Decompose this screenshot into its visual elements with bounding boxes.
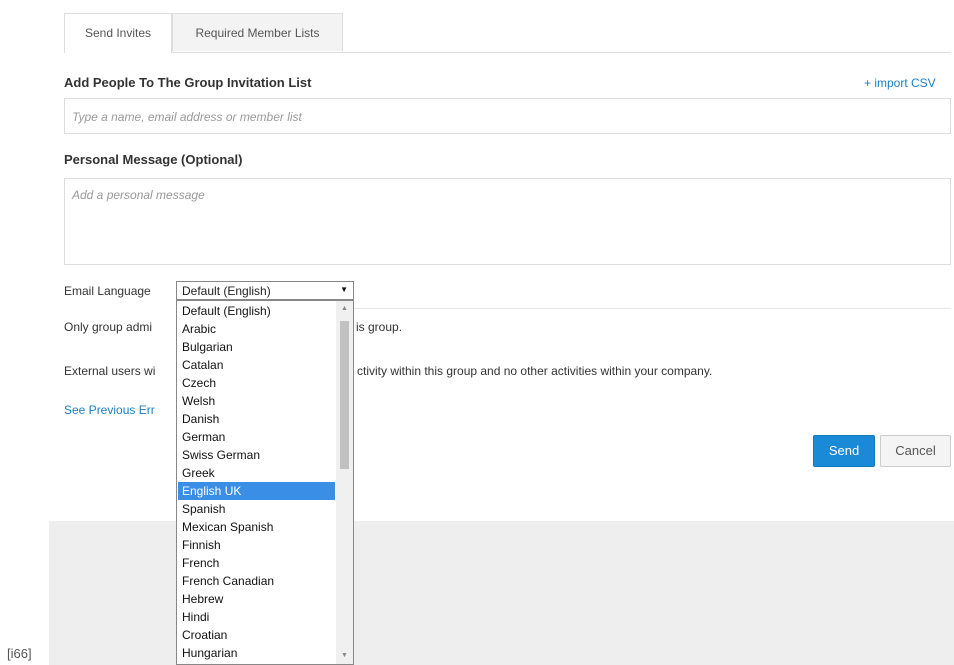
scrollbar-thumb[interactable]: [340, 321, 349, 469]
scroll-down-icon[interactable]: ▼: [336, 648, 353, 664]
language-option[interactable]: Mexican Spanish: [178, 518, 335, 536]
personal-message-textarea[interactable]: Add a personal message: [64, 178, 951, 265]
see-previous-errors-link[interactable]: See Previous Err: [64, 403, 155, 417]
language-option-highlighted[interactable]: English UK: [178, 482, 335, 500]
email-language-selected: Default (English): [182, 284, 271, 298]
language-option[interactable]: Arabic: [178, 320, 335, 338]
language-option[interactable]: Bulgarian: [178, 338, 335, 356]
external-users-text-end: ctivity within this group and no other a…: [357, 364, 713, 378]
chevron-down-icon: ▼: [340, 285, 348, 294]
email-language-label: Email Language: [64, 284, 151, 298]
admin-info-text-end: is group.: [356, 320, 403, 334]
language-option[interactable]: Swiss German: [178, 446, 335, 464]
language-option[interactable]: Hebrew: [178, 590, 335, 608]
tab-send-invites-label: Send Invites: [84, 26, 152, 40]
language-option[interactable]: German: [178, 428, 335, 446]
invite-search-input[interactable]: Type a name, email address or member lis…: [64, 98, 951, 134]
language-option[interactable]: Spanish: [178, 500, 335, 518]
personal-message-heading: Personal Message (Optional): [64, 152, 243, 167]
language-option[interactable]: French: [178, 554, 335, 572]
external-users-text-start: External users wi: [64, 364, 156, 378]
scroll-up-icon[interactable]: ▲: [336, 301, 353, 317]
language-option[interactable]: Default (English): [178, 302, 335, 320]
corner-label: [i66]: [7, 646, 32, 661]
language-option[interactable]: French Canadian: [178, 572, 335, 590]
language-option[interactable]: Danish: [178, 410, 335, 428]
language-option[interactable]: Hungarian: [178, 644, 335, 662]
admin-info-text-start: Only group admi: [64, 320, 153, 334]
tab-bar: Send Invites Required Member Lists: [64, 13, 951, 53]
cancel-button[interactable]: Cancel: [880, 435, 951, 467]
divider: [354, 308, 951, 309]
language-option[interactable]: Finnish: [178, 536, 335, 554]
language-option[interactable]: Czech: [178, 374, 335, 392]
dropdown-scrollbar[interactable]: ▲ ▼: [336, 301, 353, 664]
tab-required-member-lists[interactable]: Required Member Lists: [172, 13, 343, 51]
add-people-heading: Add People To The Group Invitation List: [64, 75, 312, 90]
language-option[interactable]: Welsh: [178, 392, 335, 410]
send-button[interactable]: Send: [813, 435, 875, 467]
tab-send-invites[interactable]: Send Invites: [64, 13, 172, 53]
language-option[interactable]: Greek: [178, 464, 335, 482]
language-option[interactable]: Hindi: [178, 608, 335, 626]
email-language-select[interactable]: Default (English) ▼: [176, 281, 354, 300]
tab-required-member-lists-label: Required Member Lists: [195, 26, 320, 40]
language-option[interactable]: Croatian: [178, 626, 335, 644]
email-language-dropdown[interactable]: Default (English) Arabic Bulgarian Catal…: [176, 300, 354, 665]
personal-message-placeholder: Add a personal message: [72, 188, 205, 202]
invite-search-placeholder: Type a name, email address or member lis…: [72, 110, 302, 124]
import-csv-link[interactable]: + import CSV: [864, 76, 936, 90]
language-option[interactable]: Catalan: [178, 356, 335, 374]
